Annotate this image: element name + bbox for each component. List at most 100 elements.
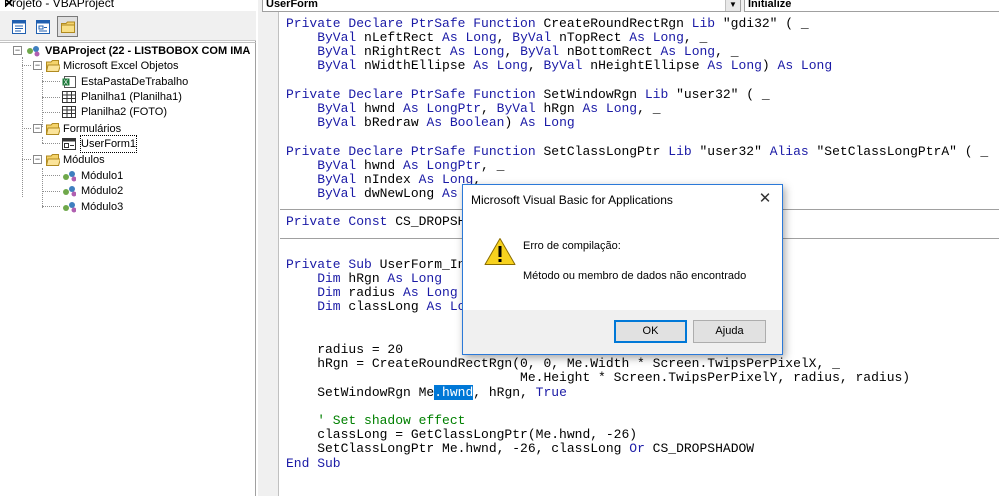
tree-folder-modules[interactable]: Módulos <box>46 152 246 168</box>
code-line: Dim radius As Long <box>286 285 458 300</box>
code-line: Dim classLong As Lo <box>286 299 466 314</box>
tree-item-label: Módulo2 <box>81 185 124 197</box>
tree-connector <box>42 175 60 176</box>
object-dropdown[interactable]: UserForm ▼ <box>262 0 741 12</box>
chevron-down-icon: ▼ <box>725 0 740 11</box>
vba-project-icon <box>27 46 40 57</box>
tree-item-label: EstaPastaDeTrabalho <box>81 76 189 88</box>
workbook-icon: X <box>62 76 76 88</box>
close-icon[interactable]: ✕ <box>4 0 250 10</box>
tree-folder-forms[interactable]: Formulários <box>46 121 246 137</box>
compile-error-dialog: Microsoft Visual Basic for Applications … <box>462 184 783 355</box>
module-icon <box>63 171 76 182</box>
project-explorer-titlebar: Projeto - VBAProject ✕ <box>0 0 256 11</box>
view-code-button[interactable] <box>8 16 29 37</box>
tree-connector <box>42 97 60 98</box>
tree-connector <box>42 191 60 192</box>
tree-item-label: VBAProject (22 - LISTBOBOX COM IMA <box>45 45 251 57</box>
code-line: ByVal hwnd As LongPtr, _ <box>286 158 505 173</box>
code-comment-line: ' Set shadow effect <box>286 413 466 428</box>
tree-connector <box>42 168 43 208</box>
svg-text:X: X <box>64 80 69 87</box>
code-line: ByVal bRedraw As Boolean) As Long <box>286 115 575 130</box>
tree-collapse-toggle[interactable]: − <box>33 61 42 70</box>
code-line: ByVal dwNewLong As <box>286 186 458 201</box>
tree-item-module2[interactable]: Módulo2 <box>62 183 242 199</box>
view-object-icon <box>36 20 50 34</box>
tree-collapse-toggle[interactable]: − <box>33 155 42 164</box>
tree-collapse-toggle[interactable]: − <box>13 46 22 55</box>
tree-connector <box>42 112 60 113</box>
dialog-footer: OK Ajuda <box>463 310 782 354</box>
code-margin-indicator-bar[interactable] <box>258 12 279 496</box>
tree-item-label: Planilha1 (Planilha1) <box>81 91 182 103</box>
code-line: ByVal hwnd As LongPtr, ByVal hRgn As Lon… <box>286 101 661 116</box>
code-line: Dim hRgn As Long <box>286 271 443 286</box>
tree-item-label: Módulo3 <box>81 201 124 213</box>
tree-connector <box>22 57 23 197</box>
tree-item-sheet2[interactable]: Planilha2 (FOTO) <box>62 104 242 120</box>
tree-connector <box>42 143 60 144</box>
code-line: ByVal nRightRect As Long, ByVal nBottomR… <box>286 44 739 59</box>
dialog-titlebar[interactable]: Microsoft Visual Basic for Applications … <box>463 185 782 214</box>
tree-item-sheet1[interactable]: Planilha1 (Planilha1) <box>62 89 242 105</box>
code-line: Private Const CS_DROPSH <box>286 214 466 229</box>
code-line: classLong = GetClassLongPtr(Me.hwnd, -26… <box>286 427 638 442</box>
project-explorer-panel: Projeto - VBAProject ✕ − VBAProject (22 … <box>0 0 256 496</box>
tree-item-userform1[interactable]: UserForm1 <box>62 135 242 153</box>
tree-connector <box>22 128 31 129</box>
tree-connector <box>42 81 60 82</box>
folder-open-icon <box>46 123 60 135</box>
tree-item-module1[interactable]: Módulo1 <box>62 168 242 184</box>
code-line: Private Declare PtrSafe Function CreateR… <box>286 16 809 31</box>
tree-connector <box>22 65 31 66</box>
project-tree: − VBAProject (22 - LISTBOBOX COM IMA − M… <box>0 42 256 496</box>
dialog-title: Microsoft Visual Basic for Applications <box>471 193 673 207</box>
module-icon <box>63 186 76 197</box>
toggle-folders-button[interactable] <box>57 16 78 37</box>
object-dropdown-value: UserForm <box>266 0 318 10</box>
ok-button[interactable]: OK <box>614 320 687 343</box>
tree-item-label: Módulos <box>63 154 105 166</box>
code-line: Private Declare PtrSafe Function SetWind… <box>286 87 770 102</box>
tree-item-label: Formulários <box>63 123 122 135</box>
tree-connector <box>42 206 60 207</box>
code-line: Private Sub UserForm_In <box>286 257 466 272</box>
tree-item-module3[interactable]: Módulo3 <box>62 199 242 215</box>
toggle-folders-icon <box>61 21 75 33</box>
tree-connector <box>22 159 31 160</box>
folder-open-icon <box>46 154 60 166</box>
code-line: radius = 20 <box>286 342 404 357</box>
code-line: End Sub <box>286 456 341 471</box>
view-object-button[interactable] <box>32 16 53 37</box>
error-message: Método ou membro de dados não encontrado <box>523 270 747 282</box>
error-heading: Erro de compilação: <box>523 240 621 252</box>
close-icon[interactable]: ✕ <box>752 187 778 211</box>
tree-item-label: Módulo1 <box>81 170 124 182</box>
procedure-dropdown-value: Initialize <box>748 0 792 10</box>
tree-item-label: Microsoft Excel Objetos <box>63 60 179 72</box>
code-line: hRgn = CreateRoundRectRgn(0, 0, Me.Width… <box>286 356 840 371</box>
code-line: Private Declare PtrSafe Function SetClas… <box>286 144 989 159</box>
tree-item-label: UserForm1 <box>79 135 138 153</box>
tree-folder-excel-objects[interactable]: Microsoft Excel Objetos <box>46 58 246 74</box>
code-line: SetWindowRgn Me.hwnd, hRgn, True <box>286 385 567 400</box>
worksheet-icon <box>62 91 76 103</box>
help-button[interactable]: Ajuda <box>693 320 766 343</box>
userform-icon <box>62 138 76 150</box>
view-code-icon <box>12 20 26 34</box>
tree-item-vbaproject[interactable]: VBAProject (22 - LISTBOBOX COM IMA <box>26 43 254 59</box>
folder-open-icon <box>46 60 60 72</box>
code-line: Me.Height * Screen.TwipsPerPixelY, radiu… <box>286 370 911 385</box>
tree-item-label: Planilha2 (FOTO) <box>81 106 167 118</box>
selected-text: .hwnd <box>434 385 474 400</box>
module-icon <box>63 202 76 213</box>
tree-item-this-workbook[interactable]: X EstaPastaDeTrabalho <box>62 74 242 90</box>
code-line: ByVal nWidthEllipse As Long, ByVal nHeig… <box>286 58 833 73</box>
warning-icon <box>484 238 516 265</box>
code-line: ByVal nLeftRect As Long, ByVal nTopRect … <box>286 30 708 45</box>
code-line: SetClassLongPtr Me.hwnd, -26, classLong … <box>286 441 755 456</box>
tree-collapse-toggle[interactable]: − <box>33 124 42 133</box>
project-explorer-toolbar <box>0 11 256 41</box>
procedure-dropdown[interactable]: Initialize <box>744 0 999 12</box>
